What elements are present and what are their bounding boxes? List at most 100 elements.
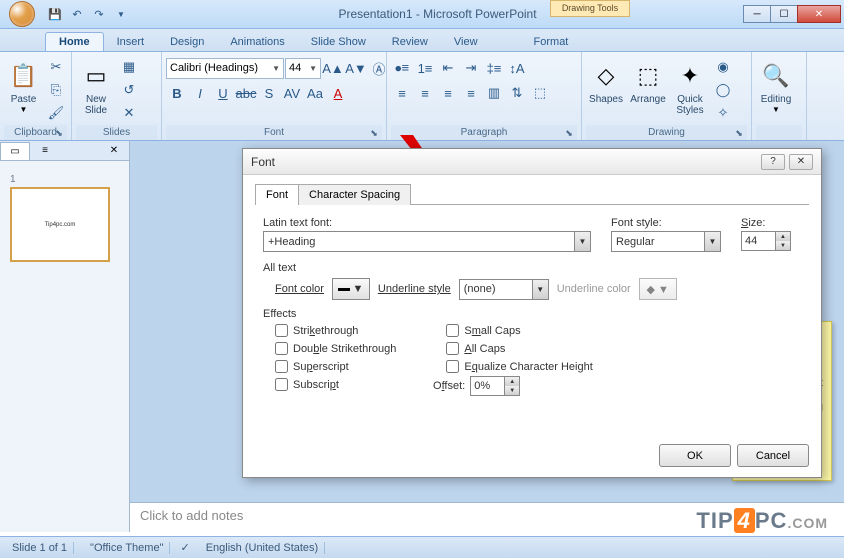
offset-label: Offset:: [433, 380, 465, 392]
effects-label: Effects: [263, 308, 801, 320]
columns-button[interactable]: ▥: [483, 82, 505, 104]
superscript-checkbox[interactable]: Superscript: [275, 360, 396, 373]
change-case-button[interactable]: Aa: [304, 82, 326, 104]
new-slide-button[interactable]: ▭ New Slide: [76, 57, 116, 123]
shrink-font-icon[interactable]: A▼: [345, 57, 367, 79]
cancel-button[interactable]: Cancel: [737, 444, 809, 467]
align-right-button[interactable]: ≡: [437, 82, 459, 104]
shape-outline-icon[interactable]: ◯: [712, 79, 734, 101]
copy-icon[interactable]: ⎘: [45, 79, 67, 101]
panel-close-icon[interactable]: ✕: [99, 142, 129, 160]
shapes-button[interactable]: ◇Shapes: [586, 57, 626, 123]
latin-font-combo[interactable]: +Heading▼: [263, 231, 591, 252]
justify-button[interactable]: ≡: [460, 82, 482, 104]
dialog-tab-spacing[interactable]: Character Spacing: [298, 184, 411, 205]
size-spinner[interactable]: 44▲▼: [741, 231, 791, 251]
arrange-button[interactable]: ⬚Arrange: [628, 57, 668, 123]
tab-format[interactable]: Format: [521, 33, 582, 51]
double-strike-checkbox[interactable]: Double Strikethrough: [275, 342, 396, 355]
underline-color-button[interactable]: ◆ ▼: [639, 278, 677, 300]
tab-home[interactable]: Home: [45, 32, 104, 51]
numbering-button[interactable]: 1≡: [414, 57, 436, 79]
ribbon-tab-strip: Home Insert Design Animations Slide Show…: [0, 29, 844, 52]
ribbon: 📋 Paste ▼ ✂ ⎘ 🖌 Clipboard⬊ ▭ New Slide ▦…: [0, 52, 844, 141]
font-launcher[interactable]: ⬊: [368, 127, 380, 139]
minimize-button[interactable]: ─: [743, 5, 771, 23]
title-bar: 💾 ↶ ↷ ▼ Presentation1 - Microsoft PowerP…: [0, 0, 844, 29]
shape-fill-icon[interactable]: ◉: [712, 56, 734, 78]
paste-button[interactable]: 📋 Paste ▼: [4, 57, 43, 123]
status-slide: Slide 1 of 1: [6, 542, 74, 554]
char-spacing-button[interactable]: AV: [281, 82, 303, 104]
layout-icon[interactable]: ▦: [118, 56, 140, 78]
undo-icon[interactable]: ↶: [67, 4, 87, 24]
quick-styles-button[interactable]: ✦Quick Styles: [670, 57, 710, 123]
italic-button[interactable]: I: [189, 82, 211, 104]
bullets-button[interactable]: ⦁≡: [391, 57, 413, 79]
underline-button[interactable]: U: [212, 82, 234, 104]
dialog-title: Font: [251, 155, 275, 169]
strikethrough-checkbox[interactable]: Strikethrough: [275, 324, 396, 337]
status-language[interactable]: English (United States): [200, 542, 326, 554]
font-family-combo[interactable]: Calibri (Headings)▼: [166, 58, 284, 79]
font-color-label: Font color: [275, 283, 324, 295]
all-caps-checkbox[interactable]: All Caps: [446, 342, 592, 355]
increase-indent-button[interactable]: ⇥: [460, 57, 482, 79]
drawing-launcher[interactable]: ⬊: [733, 127, 745, 139]
ok-button[interactable]: OK: [659, 444, 731, 467]
clipboard-launcher[interactable]: ⬊: [53, 127, 65, 139]
smartart-button[interactable]: ⬚: [529, 82, 551, 104]
window-title: Presentation1 - Microsoft PowerPoint: [131, 7, 744, 21]
delete-slide-icon[interactable]: ✕: [118, 102, 140, 124]
tab-slideshow[interactable]: Slide Show: [298, 33, 379, 51]
reset-icon[interactable]: ↺: [118, 79, 140, 101]
tab-animations[interactable]: Animations: [217, 33, 297, 51]
dialog-tab-font[interactable]: Font: [255, 184, 299, 205]
close-button[interactable]: ✕: [797, 5, 841, 23]
office-button[interactable]: [3, 0, 41, 29]
group-label-font: Font: [264, 127, 284, 138]
bold-button[interactable]: B: [166, 82, 188, 104]
strikethrough-button[interactable]: abc: [235, 82, 257, 104]
align-left-button[interactable]: ≡: [391, 82, 413, 104]
tab-view[interactable]: View: [441, 33, 491, 51]
grow-font-icon[interactable]: A▲: [322, 57, 344, 79]
equalize-checkbox[interactable]: Equalize Character Height: [446, 360, 592, 373]
outline-tab[interactable]: ≡: [30, 142, 60, 160]
arrange-icon: ⬚: [632, 60, 664, 92]
line-spacing-button[interactable]: ‡≡: [483, 57, 505, 79]
spellcheck-icon[interactable]: ✓: [180, 541, 189, 554]
underline-style-combo[interactable]: (none)▼: [459, 279, 549, 300]
shape-effects-icon[interactable]: ✧: [712, 102, 734, 124]
dialog-help-button[interactable]: ?: [761, 154, 785, 170]
slide-thumbnail[interactable]: 1 Tip4pc.com: [10, 169, 119, 262]
tab-insert[interactable]: Insert: [104, 33, 158, 51]
align-text-button[interactable]: ⇅: [506, 82, 528, 104]
slides-tab[interactable]: ▭: [0, 142, 30, 160]
tab-design[interactable]: Design: [157, 33, 217, 51]
editing-button[interactable]: 🔍Editing▼: [756, 57, 796, 123]
decrease-indent-button[interactable]: ⇤: [437, 57, 459, 79]
font-color-button[interactable]: A: [327, 82, 349, 104]
maximize-button[interactable]: ☐: [770, 5, 798, 23]
paragraph-launcher[interactable]: ⬊: [563, 127, 575, 139]
shadow-button[interactable]: S: [258, 82, 280, 104]
subscript-checkbox[interactable]: Subscript: [275, 378, 396, 391]
small-caps-checkbox[interactable]: Small Caps: [446, 324, 592, 337]
redo-icon[interactable]: ↷: [89, 4, 109, 24]
font-size-combo[interactable]: 44▼: [285, 58, 321, 79]
text-direction-button[interactable]: ↕A: [506, 57, 528, 79]
dialog-close-button[interactable]: ✕: [789, 154, 813, 170]
align-center-button[interactable]: ≡: [414, 82, 436, 104]
tab-review[interactable]: Review: [379, 33, 441, 51]
quick-access-toolbar: 💾 ↶ ↷ ▼: [45, 4, 131, 24]
save-icon[interactable]: 💾: [45, 4, 65, 24]
font-color-button-dlg[interactable]: ▼: [332, 278, 370, 300]
font-style-combo[interactable]: Regular▼: [611, 231, 721, 252]
new-slide-icon: ▭: [80, 60, 112, 92]
cut-icon[interactable]: ✂: [45, 56, 67, 78]
group-label-drawing: Drawing: [648, 127, 685, 138]
format-painter-icon[interactable]: 🖌: [45, 102, 67, 124]
offset-spinner[interactable]: 0%▲▼: [470, 376, 520, 396]
qat-customize-icon[interactable]: ▼: [111, 4, 131, 24]
